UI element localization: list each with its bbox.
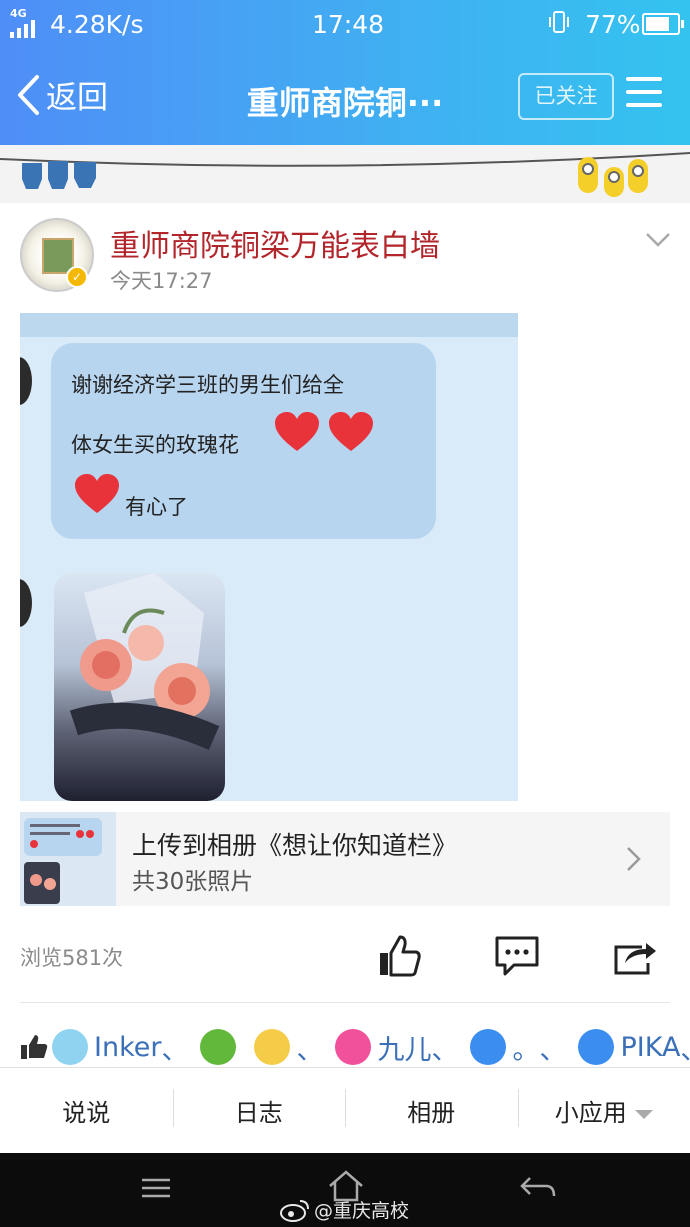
battery-icon [642,13,684,35]
liker-name[interactable]: PIKA [620,1032,680,1063]
watermark: @重庆高校 [280,1196,409,1223]
page-title: 重师商院铜··· [246,84,444,122]
tab-blog[interactable]: 日志 [172,1089,346,1128]
liker-name[interactable]: 九儿 [377,1028,431,1066]
post-author[interactable]: 重师商院铜梁万能表白墙 [110,221,440,265]
album-thumbnail [20,812,116,906]
caret-down-icon [634,1109,653,1119]
back-label: 返回 [46,80,108,116]
status-bar: 4G 4.28K/s 17:48 77% [0,0,690,52]
chat-line: 谢谢经济学三班的男生们给全 [71,373,344,397]
chat-line: 有心了 [125,495,188,519]
comment-icon [495,936,539,976]
post-time: 今天17:27 [110,269,213,293]
menu-icon[interactable] [626,77,662,109]
chat-avatar [20,579,32,627]
view-count: 浏览581次 [20,946,124,970]
liker-name[interactable]: 。 [512,1028,539,1066]
header: 4G 4.28K/s 17:48 77% 返回 重师商院铜··· 已关注 [0,0,690,145]
thumbs-up-icon [380,935,421,977]
nav-bar: 返回 重师商院铜··· 已关注 [0,52,690,145]
tab-album[interactable]: 相册 [345,1089,518,1128]
liker-name[interactable]: Inker [94,1032,161,1063]
network-tag: 4G [10,7,27,20]
tab-apps[interactable]: 小应用 [517,1089,690,1128]
back-button[interactable]: 返回 [16,72,108,117]
likes-list[interactable]: Inker、、九儿、。、PIKA、 [20,1028,690,1066]
divider [20,1002,670,1003]
watermark-text: @重庆高校 [314,1200,410,1222]
tab-shuoshuo[interactable]: 说说 [0,1093,173,1128]
battery-percent: 77% [585,10,641,39]
liker-separator: 、 [431,1034,459,1066]
heart-icon [275,412,319,451]
share-icon [614,943,656,975]
tab-bar: 说说 日志 相册 小应用 [0,1067,690,1153]
signal-icon [10,20,35,38]
album-photo-count: 共30张照片 [132,869,254,895]
liker-separator: 、 [296,1034,324,1066]
chevron-left-icon [18,74,39,115]
heart-icon [75,474,119,513]
chat-avatar [20,357,32,405]
comment-button[interactable] [494,933,540,979]
liker-avatar[interactable] [254,1029,291,1065]
roses-photo [54,573,225,801]
liker-avatar[interactable] [200,1029,237,1065]
back-arrow-icon[interactable] [516,1170,560,1206]
chevron-down-icon[interactable] [645,232,671,248]
chevron-right-icon [627,847,641,871]
post-image[interactable]: 谢谢经济学三班的男生们给全 体女生买的玫瑰花 有心了 [20,313,518,801]
liker-avatar[interactable] [335,1029,372,1065]
liker-separator: 、 [539,1034,567,1066]
liker-avatar[interactable] [52,1029,88,1065]
heart-icon [329,412,373,451]
liker-separator: 、 [161,1034,189,1066]
thumbs-up-icon [21,1035,48,1059]
menu-icon[interactable] [134,1170,178,1206]
chat-line: 体女生买的玫瑰花 [71,433,239,457]
share-button[interactable] [612,933,658,979]
vibrate-icon [549,11,569,33]
album-title: 上传到相册《想让你知道栏》 [132,831,458,860]
liker-separator: 、 [680,1028,690,1066]
like-button[interactable] [378,933,424,979]
follow-button[interactable]: 已关注 [518,73,614,120]
liker-avatar[interactable] [578,1029,615,1065]
verified-badge-icon: ✓ [66,266,88,288]
album-card[interactable]: 上传到相册《想让你知道栏》 共30张照片 [20,812,670,906]
weibo-icon [280,1199,309,1222]
status-time: 17:48 [312,10,385,39]
chat-bubble: 谢谢经济学三班的男生们给全 体女生买的玫瑰花 有心了 [51,343,436,539]
decoration-banner [0,145,690,203]
network-speed: 4.28K/s [50,10,144,39]
liker-avatar[interactable] [470,1029,507,1065]
